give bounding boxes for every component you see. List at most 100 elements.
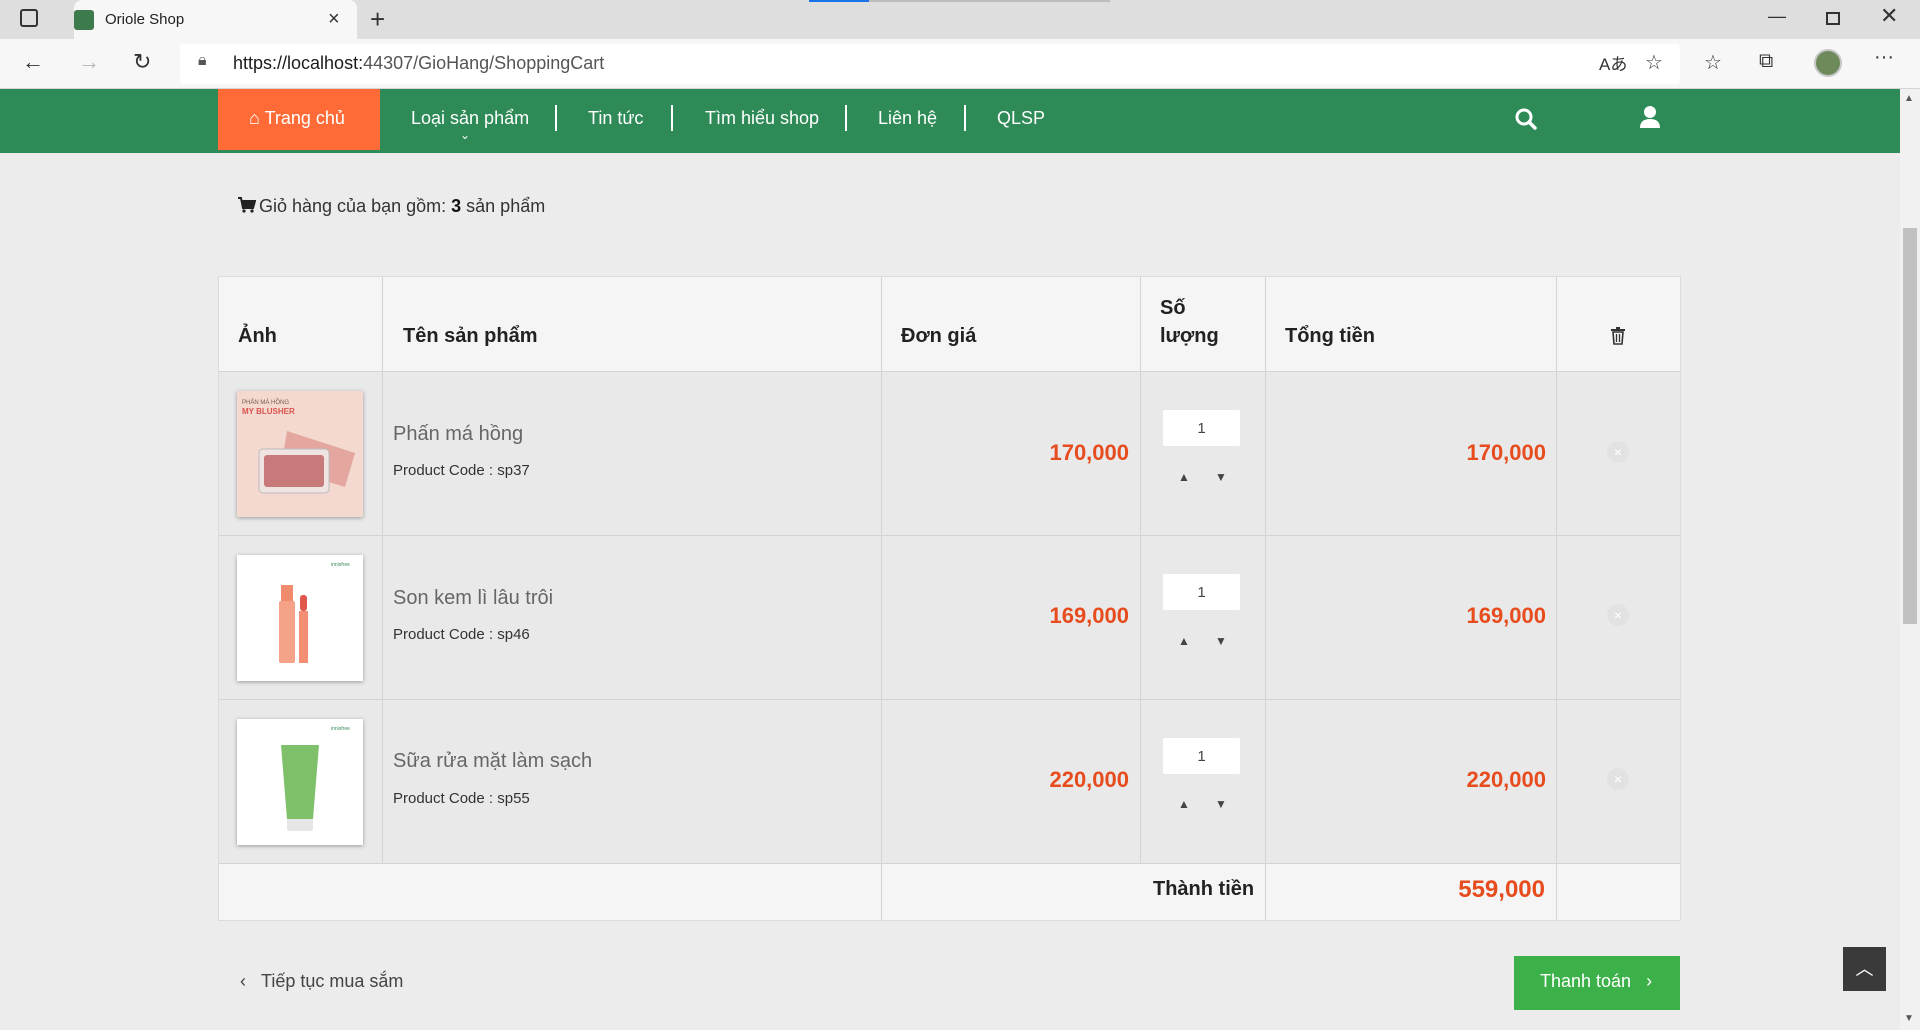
tab-group-accent-2 <box>869 0 1110 2</box>
reload-icon[interactable]: ↻ <box>133 49 151 75</box>
svg-text:PHẤN MÁ HỒNG: PHẤN MÁ HỒNG <box>242 399 289 406</box>
nav-divider <box>845 105 847 131</box>
profile-avatar[interactable] <box>1814 49 1842 77</box>
header-qty-line1: Số <box>1160 297 1186 319</box>
chevron-down-icon: ⌄ <box>460 128 471 142</box>
grand-total-label: Thành tiền <box>1153 878 1255 900</box>
read-aloud-icon[interactable]: Aあ <box>1599 50 1627 75</box>
nav-item-categories[interactable]: Loại sản phẩm <box>411 108 529 129</box>
scroll-up-icon[interactable]: ▲ <box>1904 93 1914 104</box>
row-divider <box>219 699 1680 700</box>
cart-summary-prefix: Giỏ hàng của bạn gồm: <box>259 196 452 216</box>
url-path: 44307/GioHang/ShoppingCart <box>363 53 605 73</box>
product-image-cleanser[interactable]: innisfree <box>237 719 363 845</box>
row-divider <box>219 371 1680 372</box>
remove-icon[interactable]: × <box>1607 441 1629 463</box>
header-total: Tổng tiền <box>1285 325 1375 347</box>
product-code: Product Code : sp37 <box>393 462 530 479</box>
column-divider <box>881 277 882 920</box>
tab-group-accent <box>809 0 869 2</box>
remove-icon[interactable]: × <box>1607 768 1629 790</box>
quantity-decrease-icon[interactable]: ▼ <box>1215 797 1227 811</box>
column-divider <box>881 864 882 920</box>
new-tab-icon[interactable]: + <box>370 4 385 35</box>
nav-divider <box>964 105 966 131</box>
column-divider <box>1556 864 1557 920</box>
home-icon: ⌂ <box>249 108 260 128</box>
nav-item-contact[interactable]: Liên hệ <box>878 108 937 129</box>
svg-text:innisfree: innisfree <box>331 562 350 568</box>
checkout-label: Thanh toán <box>1540 971 1632 991</box>
unit-price: 220,000 <box>1049 767 1129 792</box>
minimize-icon[interactable]: — <box>1768 6 1786 27</box>
line-total: 220,000 <box>1466 767 1546 792</box>
quantity-decrease-icon[interactable]: ▼ <box>1215 470 1227 484</box>
sidebar-toggle-icon[interactable] <box>20 9 38 27</box>
svg-text:innisfree: innisfree <box>331 726 350 732</box>
cart-count: 3 <box>451 196 462 216</box>
header-image: Ảnh <box>238 325 277 347</box>
trash-icon <box>1611 327 1625 345</box>
quantity-input[interactable]: 1 <box>1163 410 1240 446</box>
column-divider <box>382 277 383 863</box>
scroll-down-icon[interactable]: ▼ <box>1904 1013 1914 1024</box>
back-icon[interactable]: ← <box>22 49 44 75</box>
nav-item-about[interactable]: Tìm hiểu shop <box>705 108 819 129</box>
remove-icon[interactable]: × <box>1607 604 1629 626</box>
column-divider <box>1556 277 1557 920</box>
product-code: Product Code : sp46 <box>393 626 530 643</box>
close-window-icon[interactable]: ✕ <box>1880 3 1898 29</box>
forward-icon[interactable]: → <box>78 49 100 75</box>
lip-tint-product-illustration: innisfree <box>237 555 363 681</box>
svg-text:MY BLUSHER: MY BLUSHER <box>242 407 295 416</box>
scrollbar-thumb[interactable] <box>1903 228 1917 624</box>
header-unit-price: Đơn giá <box>901 325 977 347</box>
close-tab-icon[interactable]: × <box>328 8 340 31</box>
quantity-increase-icon[interactable]: ▲ <box>1178 470 1190 484</box>
favorites-icon[interactable]: ☆ <box>1704 50 1722 75</box>
checkout-button[interactable]: Thanh toán › <box>1514 956 1680 1010</box>
blush-product-illustration: PHẤN MÁ HỒNG MY BLUSHER <box>237 391 363 517</box>
back-to-top-button[interactable]: ︿ <box>1843 947 1886 991</box>
url-text[interactable]: https://localhost:44307/GioHang/Shopping… <box>233 53 604 74</box>
quantity-increase-icon[interactable]: ▲ <box>1178 634 1190 648</box>
nav-home-link[interactable]: ⌂ Trang chủ <box>249 108 345 129</box>
quantity-increase-icon[interactable]: ▲ <box>1178 797 1190 811</box>
grand-total: 559,000 <box>1458 876 1545 903</box>
more-menu-icon[interactable]: ··· <box>1874 46 1894 69</box>
nav-item-qlsp[interactable]: QLSP <box>997 108 1045 129</box>
nav-divider <box>671 105 673 131</box>
column-divider <box>1140 277 1141 863</box>
product-code: Product Code : sp55 <box>393 790 530 807</box>
unit-price: 169,000 <box>1049 603 1129 628</box>
lock-icon[interactable]: 🔒︎ <box>198 52 207 70</box>
nav-home-label: Trang chủ <box>264 108 345 128</box>
column-divider <box>1265 277 1266 920</box>
quantity-decrease-icon[interactable]: ▼ <box>1215 634 1227 648</box>
row-divider <box>219 535 1680 536</box>
chevron-right-icon: › <box>1646 971 1653 991</box>
add-favorite-icon[interactable]: ☆ <box>1645 50 1663 75</box>
column-divider <box>1265 864 1266 920</box>
continue-shopping-link[interactable]: ‹ Tiếp tục mua sắm <box>240 971 403 992</box>
quantity-input[interactable]: 1 <box>1163 574 1240 610</box>
url-host: https://localhost: <box>233 53 364 73</box>
user-icon[interactable] <box>1639 105 1661 129</box>
product-name[interactable]: Phấn má hồng <box>393 423 523 446</box>
restore-icon[interactable] <box>1826 12 1840 25</box>
product-image-blush[interactable]: PHẤN MÁ HỒNG MY BLUSHER <box>237 391 363 517</box>
search-icon[interactable] <box>1514 107 1538 131</box>
line-total: 169,000 <box>1466 603 1546 628</box>
nav-item-news[interactable]: Tin tức <box>588 108 643 129</box>
line-total: 170,000 <box>1466 440 1546 465</box>
nav-divider <box>555 105 557 131</box>
product-name[interactable]: Sữa rửa mặt làm sạch <box>393 750 592 773</box>
quantity-input[interactable]: 1 <box>1163 738 1240 774</box>
chevron-left-icon: ‹ <box>240 971 246 991</box>
product-image-lip-tint[interactable]: innisfree <box>237 555 363 681</box>
product-name[interactable]: Son kem lì lâu trôi <box>393 587 553 610</box>
cart-summary-suffix: sản phẩm <box>461 196 546 216</box>
cleanser-product-illustration: innisfree <box>237 719 363 845</box>
collections-icon[interactable]: ⧉ <box>1759 50 1773 73</box>
arrow-up-icon: ︿ <box>1855 959 1874 979</box>
